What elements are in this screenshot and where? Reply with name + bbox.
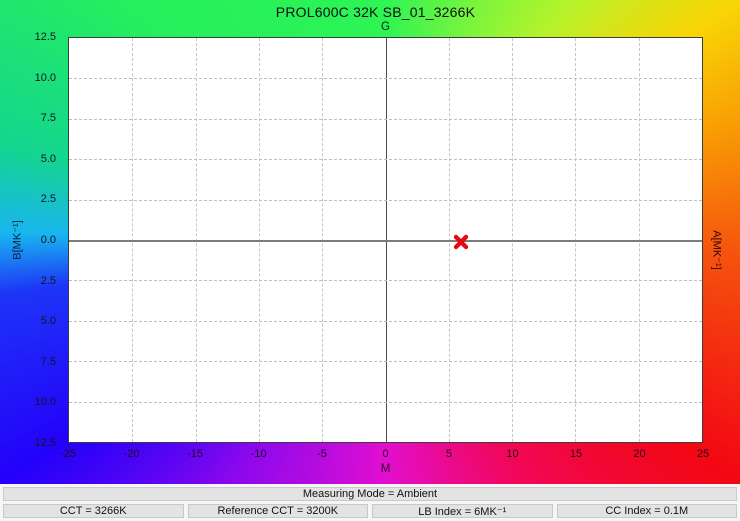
x-tick-label: 10 — [506, 448, 518, 460]
x-tick-label: 15 — [570, 448, 582, 460]
horizontal-gridline — [69, 119, 702, 120]
status-cell-cct: CCT = 3266K — [3, 504, 184, 518]
y-tick-label: 2.5 — [41, 193, 56, 205]
status-bar: Measuring Mode = Ambient CCT = 3266K Ref… — [0, 484, 740, 521]
status-cell-cc-index: CC Index = 0.1M — [557, 504, 738, 518]
axis-label-blue: B[MK⁻¹] — [11, 220, 24, 259]
color-gradient-background: PROL600C 32K SB_01_3266K G 12.5 10.0 7.5 5.… — [0, 0, 740, 484]
x-marker-icon — [453, 233, 470, 250]
status-cells-row: CCT = 3266K Reference CCT = 3200K LB Ind… — [3, 504, 737, 518]
y-tick-label: 12.5 — [35, 437, 56, 449]
x-tick-label: 25 — [697, 448, 709, 460]
plot-area — [68, 37, 703, 443]
axis-label-amber: A[MK⁻¹] — [711, 230, 724, 269]
status-cell-reference-cct: Reference CCT = 3200K — [188, 504, 369, 518]
x-tick-label: -10 — [251, 448, 267, 460]
y-tick-label: 7.5 — [41, 356, 56, 368]
horizontal-gridline — [69, 159, 702, 160]
y-tick-label: 10.0 — [35, 396, 56, 408]
x-tick-label: 5 — [446, 448, 452, 460]
measurement-point-marker — [453, 233, 470, 250]
x-tick-label: -20 — [124, 448, 140, 460]
colorimeter-chart-screen: PROL600C 32K SB_01_3266K G 12.5 10.0 7.5 5.… — [0, 0, 740, 521]
y-tick-label: 5.0 — [41, 315, 56, 327]
y-tick-label: 2.5 — [41, 275, 56, 287]
axis-label-magenta: M — [68, 463, 703, 475]
x-tick-label: 0 — [382, 448, 388, 460]
horizontal-gridline — [69, 361, 702, 362]
horizontal-gridline — [69, 402, 702, 403]
y-zero-line — [69, 240, 702, 242]
y-tick-label: 7.5 — [41, 112, 56, 124]
horizontal-gridline — [69, 200, 702, 201]
horizontal-gridline — [69, 78, 702, 79]
chart-title: PROL600C 32K SB_01_3266K — [58, 4, 693, 20]
x-tick-label: -5 — [317, 448, 327, 460]
horizontal-gridline — [69, 321, 702, 322]
x-tick-label: 20 — [633, 448, 645, 460]
y-tick-label: 5.0 — [41, 153, 56, 165]
y-axis-tick-labels: 12.510.07.55.02.50.02.55.07.510.012.5 — [0, 37, 62, 443]
axis-label-green: G — [68, 21, 703, 33]
horizontal-gridline — [69, 280, 702, 281]
measuring-mode-bar: Measuring Mode = Ambient — [3, 487, 737, 501]
y-tick-label: 0.0 — [41, 234, 56, 246]
y-tick-label: 10.0 — [35, 72, 56, 84]
x-tick-label: -25 — [60, 448, 76, 460]
status-cell-lb-index: LB Index = 6MK⁻¹ — [372, 504, 553, 518]
x-tick-label: -15 — [187, 448, 203, 460]
x-axis-tick-labels: -25-20-15-10-50510152025 — [68, 448, 703, 462]
y-tick-label: 12.5 — [35, 31, 56, 43]
